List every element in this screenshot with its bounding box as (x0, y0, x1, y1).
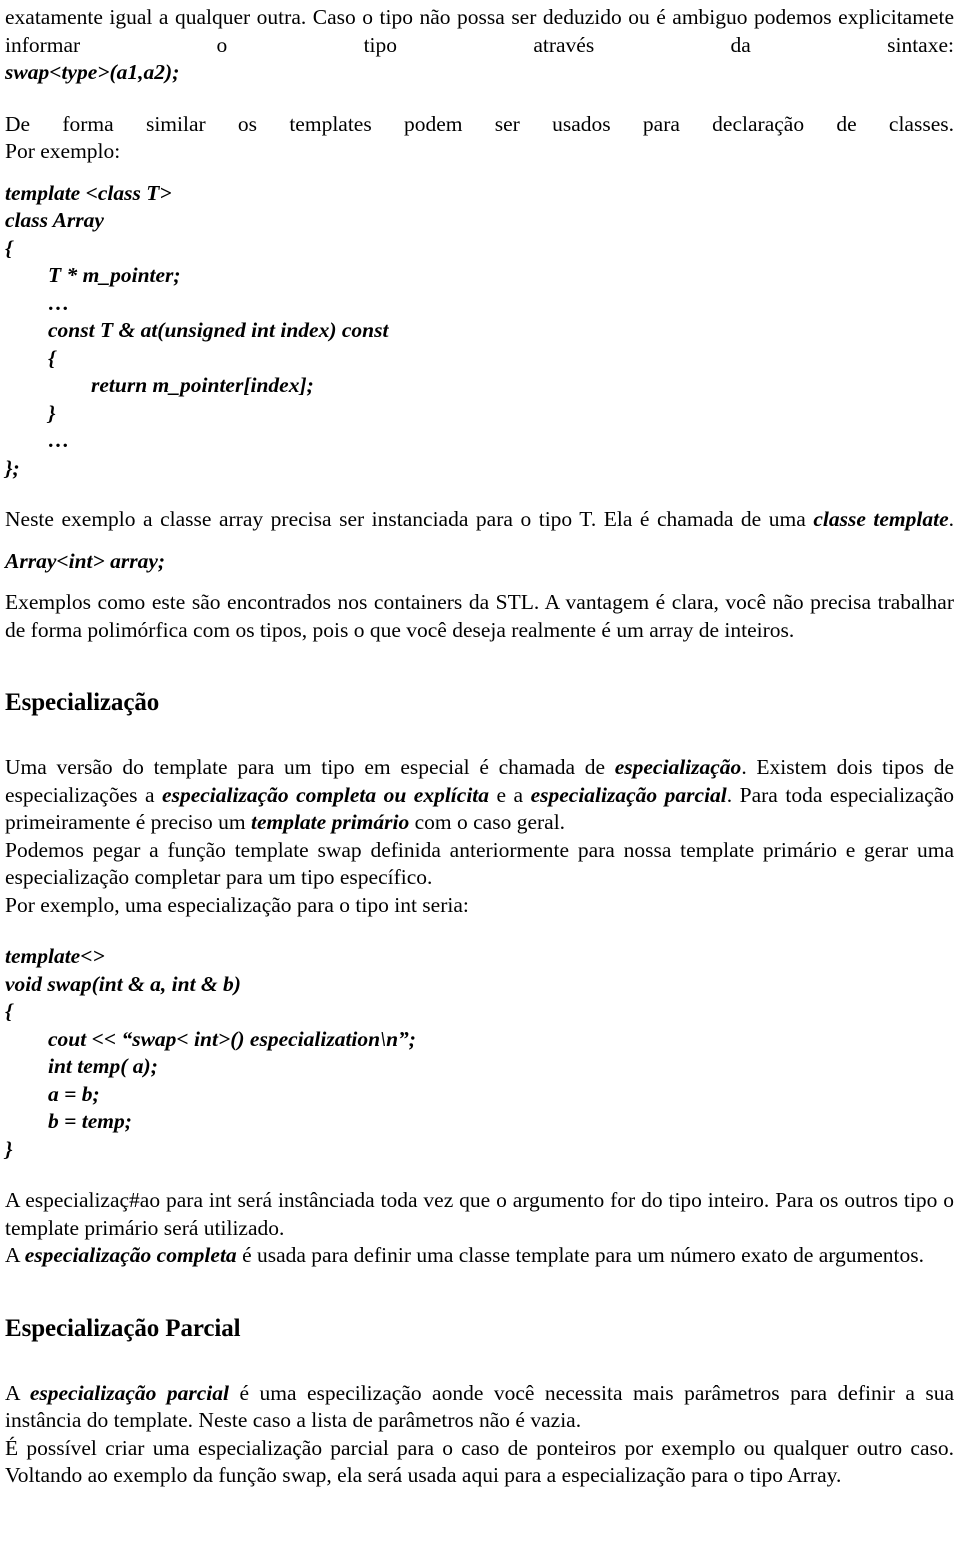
text-segment: A (5, 1380, 30, 1405)
text-segment: é usada para definir uma classe template… (236, 1243, 925, 1267)
text-segment: com o caso geral. (409, 810, 566, 834)
emphasis-classe-template: classe template (813, 507, 949, 531)
paragraph-template-primario: Podemos pegar a função template swap def… (5, 837, 954, 890)
code-block-array-template: template <class T> class Array { T * m_p… (5, 180, 389, 480)
inline-code-array-instance: Array<int> array; (5, 548, 166, 573)
heading-especializacao-parcial: Especialização Parcial (5, 1314, 241, 1342)
paragraph-exemplo-int: Por exemplo, uma especialização para o t… (5, 892, 469, 917)
text-segment: Uma versão do template para um tipo em e… (5, 755, 615, 779)
text-segment: . (948, 507, 954, 531)
emphasis-especializacao-parcial-2: especialização parcial (29, 1380, 229, 1405)
text-segment: A (5, 1243, 25, 1267)
paragraph-instancia-int: A especializaç#ao para int será instânci… (5, 1188, 954, 1240)
intro-paragraph-continued: exatamente igual a qualquer outra. Caso … (5, 5, 954, 57)
paragraph-classe-template: Neste exemplo a classe array precisa ser… (5, 506, 954, 534)
text-segment: e a (489, 782, 531, 807)
intro-paragraph-classes: De forma similar os templates podem ser … (5, 111, 954, 136)
paragraph-especializacao-completa: A especialização completa é usada para d… (5, 1242, 954, 1270)
paragraph-especializacao-parcial-def: A especialização parcial é uma especiliz… (5, 1380, 954, 1435)
text-segment: Neste exemplo a classe array precisa ser… (5, 507, 814, 531)
page-content: exatamente igual a qualquer outra. Caso … (0, 0, 960, 1490)
intro-paragraph-example-label: Por exemplo: (5, 139, 121, 163)
document-page: exatamente igual a qualquer outra. Caso … (0, 0, 960, 1554)
heading-especializacao: Especialização (5, 689, 160, 716)
paragraph-ponteiros-exemplo: É possível criar uma especialização parc… (5, 1435, 954, 1488)
emphasis-template-primario: template primário (250, 810, 410, 834)
paragraph-stl-containers: Exemplos como este são encontrados nos c… (5, 590, 954, 642)
emphasis-especializacao-completa: especialização completa ou explícita (162, 782, 490, 807)
inline-code-swap-call: swap<type>(a1,a2); (5, 60, 180, 84)
emphasis-especializacao-parcial: especialização parcial (530, 782, 727, 807)
emphasis-especializacao-completa-2: especialização completa (24, 1243, 237, 1267)
code-block-swap-specialization: template<> void swap(int & a, int & b) {… (5, 944, 416, 1161)
paragraph-especializacao-intro: Uma versão do template para um tipo em e… (5, 754, 954, 837)
emphasis-especializacao: especialização (614, 755, 742, 779)
